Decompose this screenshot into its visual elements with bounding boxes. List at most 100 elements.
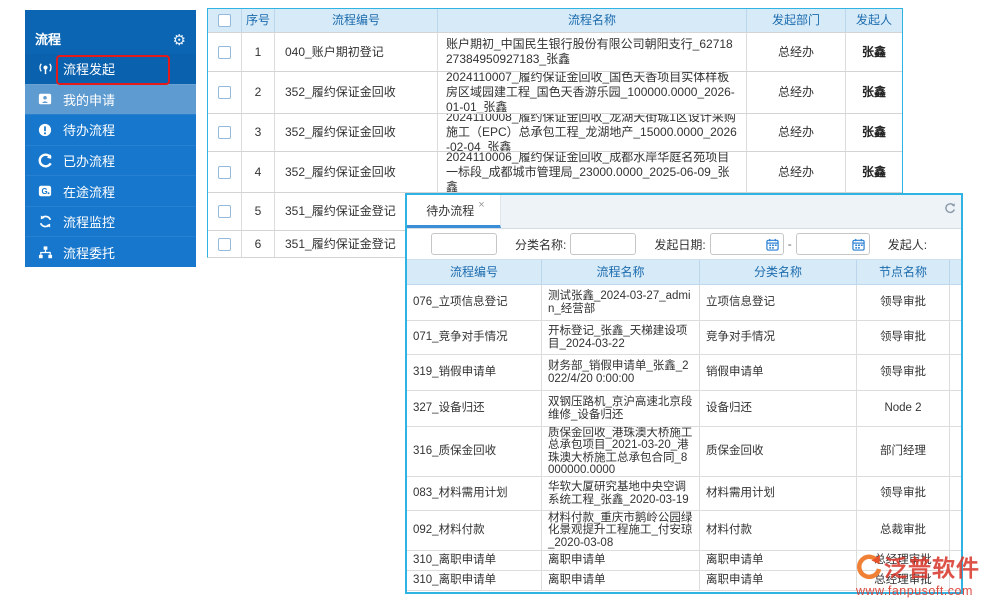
sidebar-item-label: 在途流程 [63,182,115,201]
cell-no: 5 [241,193,274,230]
row-checkbox[interactable] [218,86,231,99]
initiator-label: 发起人: [888,236,927,253]
refresh-icon [37,214,53,230]
idcard-icon [37,91,53,107]
sidebar-title: 流程 [35,29,173,48]
cell-dept: 总经办 [746,152,845,192]
sidebar-item-pending-processes[interactable]: 待办流程 [25,114,196,145]
cell-name: 质保金回收_港珠澳大桥施工总承包项目_2021-03-20_港珠澳大桥施工总承包… [541,427,699,476]
cell-node: 部门经理 [856,427,949,476]
sidebar-item-label: 我的申请 [63,90,115,109]
col-header-category: 分类名称 [699,260,856,284]
col-header-initiator: 发起人 [845,9,902,32]
cell-node: 总裁审批 [856,511,949,550]
list-item[interactable]: 316_质保金回收 质保金回收_港珠澳大桥施工总承包项目_2021-03-20_… [407,427,961,477]
cell-node: 总经理审批 [856,571,949,590]
cell-code: 352_履约保证金回收 [274,114,437,151]
col-header-name: 流程名称 [541,260,699,284]
cell-name: 2024110006_履约保证金回收_成都水岸华庭名苑项目一标段_成都城市管理局… [437,152,746,192]
col-header-name: 流程名称 [437,9,746,32]
end-date-input[interactable] [796,233,870,255]
sidebar-item-process-monitor[interactable]: 流程监控 [25,206,196,237]
sidebar-item-process-delegate[interactable]: 流程委托 [25,236,196,267]
process-table-header: 序号 流程编号 流程名称 发起部门 发起人 [208,9,902,32]
cell-name: 2024110008_履约保证金回收_龙湖天街城1区设计采购施工（EPC）总承包… [437,114,746,151]
list-item[interactable]: 071_竞争对手情况 开标登记_张鑫_天梯建设项目_2024-03-22 竞争对… [407,321,961,355]
cell-code: 071_竞争对手情况 [407,321,541,354]
table-row[interactable]: 2 352_履约保证金回收 2024110007_履约保证金回收_国色天香项目实… [208,71,902,113]
pending-table: 流程编号 流程名称 分类名称 节点名称 076_立项信息登记 测试张鑫_2024… [407,259,961,591]
date-label: 发起日期: [654,236,705,253]
panel-tabbar: 待办流程 × [407,195,961,229]
sidebar-header: 流程 ⚙ [25,10,196,54]
cell-node: 领导审批 [856,321,949,354]
cell-category: 材料需用计划 [699,477,856,510]
cell-node: 领导审批 [856,477,949,510]
row-checkbox[interactable] [218,126,231,139]
col-header-dept: 发起部门 [746,9,845,32]
cell-name: 材料付款_重庆市鹅岭公园绿化景观提升工程施工_付安琼_2020-03-08 [541,511,699,550]
table-row[interactable]: 3 352_履约保证金回收 2024110008_履约保证金回收_龙湖天街城1区… [208,113,902,151]
date-separator: - [788,237,792,251]
list-item[interactable]: 076_立项信息登记 测试张鑫_2024-03-27_admin_经营部 立项信… [407,285,961,321]
panel-refresh-icon[interactable] [944,202,956,214]
sidebar-item-done-processes[interactable]: 已办流程 [25,145,196,176]
sidebar-item-label: 流程委托 [63,243,115,262]
process-name-input[interactable] [431,233,497,255]
sidebar-item-label: 待办流程 [63,120,115,139]
cell-name: 2024110007_履约保证金回收_国色天香项目实体样板房区域园建工程_国色天… [437,72,746,113]
table-row[interactable]: 4 352_履约保证金回收 2024110006_履约保证金回收_成都水岸华庭名… [208,151,902,192]
list-item[interactable]: 327_设备归还 双钢压路机_京沪高速北京段维修_设备归还 设备归还 Node … [407,391,961,427]
category-input[interactable] [570,233,636,255]
row-checkbox[interactable] [218,166,231,179]
close-icon[interactable]: × [478,199,484,211]
cell-category: 离职申请单 [699,551,856,570]
gear-icon[interactable]: ⚙ [173,33,186,48]
c-arrow-icon [37,153,53,169]
sidebar-item-my-applications[interactable]: 我的申请 [25,84,196,115]
list-item[interactable]: 083_材料需用计划 华软大厦研究基地中央空调系统工程_张鑫_2020-03-1… [407,477,961,511]
g-badge-icon: G [37,183,53,199]
start-date-input[interactable] [710,233,784,255]
cell-no: 6 [241,231,274,257]
list-item[interactable]: 310_离职申请单 离职申请单 离职申请单 总经理审批 [407,551,961,571]
cell-category: 立项信息登记 [699,285,856,320]
panel-search-bar: 分类名称: 发起日期: - 发起人: [407,229,961,259]
cell-name: 离职申请单 [541,551,699,570]
cell-initiator: 张鑫 [845,152,902,192]
sidebar-item-process-initiate[interactable]: 流程发起 [25,54,196,84]
list-item[interactable]: 092_材料付款 材料付款_重庆市鹅岭公园绿化景观提升工程施工_付安琼_2020… [407,511,961,551]
calendar-icon [852,238,865,251]
pending-process-panel: 待办流程 × 分类名称: 发起日期: - 发起人: 流程编号 流程 [405,193,963,594]
sidebar-item-inflight-processes[interactable]: G 在途流程 [25,175,196,206]
col-header-spacer [949,260,961,284]
list-item[interactable]: 319_销假申请单 财务部_销假申请单_张鑫_2022/4/20 0:00:00… [407,355,961,391]
table-row[interactable]: 1 040_账户期初登记 账户期初_中国民生银行股份有限公司朝阳支行_62718… [208,32,902,71]
sitemap-icon [37,244,53,260]
calendar-icon [766,238,779,251]
cell-code: 352_履约保证金回收 [274,152,437,192]
tab-pending-processes[interactable]: 待办流程 × [407,195,501,228]
sidebar-item-label: 已办流程 [63,151,115,170]
cell-code: 040_账户期初登记 [274,33,437,71]
row-checkbox[interactable] [218,205,231,218]
cell-no: 3 [241,114,274,151]
row-checkbox[interactable] [218,238,231,251]
select-all-checkbox[interactable] [218,14,231,27]
cell-code: 310_离职申请单 [407,571,541,590]
cell-name: 双钢压路机_京沪高速北京段维修_设备归还 [541,391,699,426]
cell-code: 327_设备归还 [407,391,541,426]
cell-name: 华软大厦研究基地中央空调系统工程_张鑫_2020-03-19 [541,477,699,510]
col-header-code: 流程编号 [407,260,541,284]
cell-category: 销假申请单 [699,355,856,390]
cell-category: 材料付款 [699,511,856,550]
sidebar: 流程 ⚙ 流程发起 我的申请 待办流程 已办流程 [25,10,196,267]
col-header-node: 节点名称 [856,260,949,284]
cell-name: 测试张鑫_2024-03-27_admin_经营部 [541,285,699,320]
cell-category: 设备归还 [699,391,856,426]
pending-table-header: 流程编号 流程名称 分类名称 节点名称 [407,260,961,285]
list-item[interactable]: 310_离职申请单 离职申请单 离职申请单 总经理审批 [407,571,961,591]
sidebar-item-label: 流程监控 [63,212,115,231]
category-label: 分类名称: [515,236,566,253]
row-checkbox[interactable] [218,46,231,59]
